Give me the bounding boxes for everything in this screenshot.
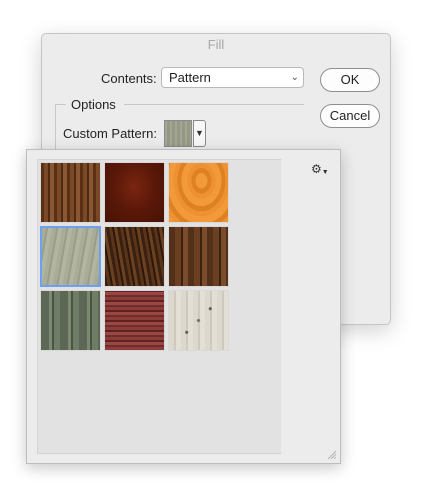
contents-label: Contents: — [101, 71, 157, 86]
contents-select[interactable]: Pattern ⌄ — [161, 67, 304, 88]
options-divider — [55, 104, 66, 105]
pattern-tile-selected[interactable] — [40, 226, 101, 287]
pattern-grid — [37, 159, 297, 454]
pattern-tile[interactable] — [104, 162, 165, 223]
custom-pattern-label: Custom Pattern: — [63, 126, 157, 141]
pattern-picker-popup: ⚙▼ — [26, 149, 341, 464]
pattern-tile[interactable] — [168, 290, 229, 351]
pattern-tile[interactable] — [40, 290, 101, 351]
cancel-button[interactable]: Cancel — [320, 104, 380, 128]
scrollbar-track[interactable] — [281, 159, 297, 454]
pattern-tile[interactable] — [104, 290, 165, 351]
pattern-dropdown-button[interactable]: ▼ — [193, 120, 206, 147]
gear-icon: ⚙ — [311, 162, 322, 176]
pattern-tile[interactable] — [104, 226, 165, 287]
pattern-tile[interactable] — [168, 162, 229, 223]
pattern-tile[interactable] — [168, 226, 229, 287]
contents-select-value: Pattern — [169, 70, 211, 85]
options-divider — [124, 104, 304, 105]
options-divider — [55, 104, 56, 150]
ok-button[interactable]: OK — [320, 68, 380, 92]
resize-grip-icon[interactable] — [326, 449, 336, 459]
options-heading: Options — [71, 97, 116, 112]
chevron-down-icon: ▼ — [195, 128, 204, 138]
pattern-tile[interactable] — [40, 162, 101, 223]
gear-menu-button[interactable]: ⚙▼ — [311, 162, 329, 176]
dialog-title: Fill — [207, 37, 225, 52]
pattern-swatch[interactable] — [164, 120, 192, 147]
chevron-down-icon: ▼ — [321, 169, 329, 176]
chevron-down-icon: ⌄ — [290, 72, 299, 83]
